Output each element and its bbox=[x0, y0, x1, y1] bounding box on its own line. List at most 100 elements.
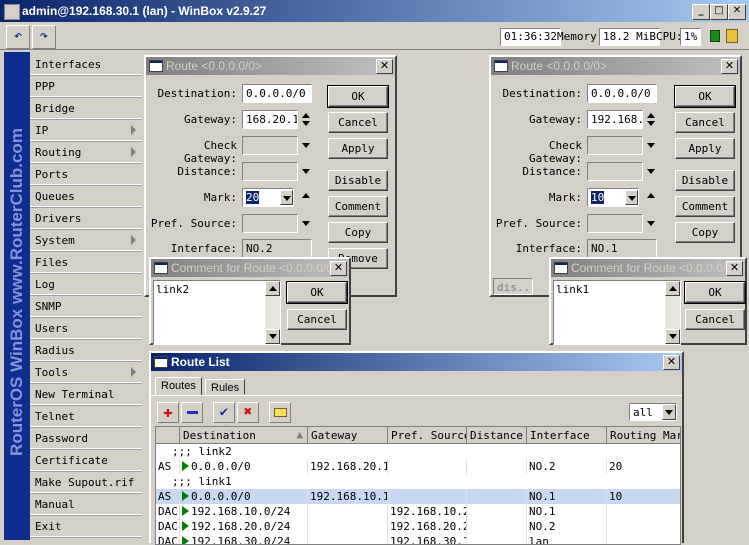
gateway-up-icon[interactable] bbox=[302, 113, 310, 118]
menu-item-password[interactable]: Password bbox=[30, 428, 142, 449]
comment-icon[interactable] bbox=[269, 402, 291, 423]
distance-column-header[interactable]: Distance bbox=[467, 427, 527, 444]
check-gateway-field[interactable] bbox=[587, 136, 643, 155]
close-icon[interactable]: ✕ bbox=[663, 355, 680, 370]
enable-icon[interactable]: ✔ bbox=[213, 402, 235, 423]
remove-icon[interactable] bbox=[181, 402, 203, 423]
cancel-button[interactable]: Cancel bbox=[675, 112, 735, 133]
mark-dropdown-button[interactable] bbox=[280, 190, 293, 205]
pref-source-field[interactable] bbox=[587, 214, 643, 233]
distance-field[interactable] bbox=[242, 162, 298, 181]
table-row[interactable]: DAC 192.168.10.0/24 192.168.10.2 NO.1 bbox=[156, 504, 680, 519]
destination-field[interactable]: 0.0.0.0/0 bbox=[242, 84, 312, 103]
close-icon[interactable]: ✕ bbox=[376, 59, 393, 74]
pref-source-dropdown-icon[interactable] bbox=[302, 221, 310, 226]
gateway-field[interactable]: 192.168. bbox=[587, 110, 643, 129]
cancel-button[interactable]: Cancel bbox=[685, 309, 745, 330]
close-icon[interactable]: ✕ bbox=[721, 59, 738, 74]
menu-item-bridge[interactable]: Bridge bbox=[30, 98, 142, 119]
pref-source-column-header[interactable]: Pref. Source bbox=[388, 427, 467, 444]
copy-button[interactable]: Copy bbox=[675, 222, 735, 243]
menu-item-snmp[interactable]: SNMP bbox=[30, 296, 142, 317]
gateway-field[interactable]: 168.20.1 bbox=[242, 110, 298, 129]
distance-dropdown-icon[interactable] bbox=[647, 169, 655, 174]
table-comment-row[interactable]: ;;; link2 bbox=[156, 444, 680, 459]
comment-textarea[interactable]: link1 bbox=[553, 280, 681, 345]
destination-field[interactable]: 0.0.0.0/0 bbox=[587, 84, 657, 103]
gateway-down-icon[interactable] bbox=[302, 121, 310, 126]
cancel-button[interactable]: Cancel bbox=[328, 112, 388, 133]
comment-button[interactable]: Comment bbox=[328, 196, 388, 217]
filter-select[interactable]: all bbox=[629, 403, 677, 421]
ok-button[interactable]: OK bbox=[327, 85, 389, 108]
scrollbar[interactable] bbox=[665, 281, 680, 344]
disable-button[interactable]: Disable bbox=[675, 170, 735, 191]
disable-button[interactable]: Disable bbox=[328, 170, 388, 191]
pref-source-dropdown-icon[interactable] bbox=[647, 221, 655, 226]
destination-column-header[interactable]: Destination ▲ bbox=[180, 427, 308, 444]
menu-item-make-supout-rif[interactable]: Make Supout.rif bbox=[30, 472, 142, 493]
apply-button[interactable]: Apply bbox=[328, 138, 388, 159]
ok-button[interactable]: OK bbox=[286, 281, 348, 304]
menu-item-log[interactable]: Log bbox=[30, 274, 142, 295]
menu-item-queues[interactable]: Queues bbox=[30, 186, 142, 207]
tab-rules[interactable]: Rules bbox=[205, 379, 246, 395]
comment-textarea[interactable]: link2 bbox=[153, 280, 281, 345]
check-gateway-field[interactable] bbox=[242, 136, 298, 155]
mark-up-icon[interactable] bbox=[647, 193, 655, 198]
routing-mark-column-header[interactable]: Routing Mark bbox=[607, 427, 680, 444]
table-row[interactable]: DAC 192.168.20.0/24 192.168.20.2 NO.2 bbox=[156, 519, 680, 534]
close-icon[interactable]: ✕ bbox=[726, 261, 743, 276]
distance-dropdown-icon[interactable] bbox=[302, 169, 310, 174]
gateway-down-icon[interactable] bbox=[647, 121, 655, 126]
disable-icon[interactable]: ✖ bbox=[237, 402, 259, 423]
flags-column-header[interactable] bbox=[156, 427, 180, 444]
menu-item-manual[interactable]: Manual bbox=[30, 494, 142, 515]
check-gateway-dropdown-icon[interactable] bbox=[647, 143, 655, 148]
ok-button[interactable]: OK bbox=[674, 85, 736, 108]
gateway-column-header[interactable]: Gateway bbox=[308, 427, 388, 444]
apply-button[interactable]: Apply bbox=[675, 138, 735, 159]
menu-item-radius[interactable]: Radius bbox=[30, 340, 142, 361]
menu-item-system[interactable]: System bbox=[30, 230, 142, 251]
menu-item-exit[interactable]: Exit bbox=[30, 516, 142, 537]
menu-item-routing[interactable]: Routing bbox=[30, 142, 142, 163]
menu-item-drivers[interactable]: Drivers bbox=[30, 208, 142, 229]
menu-item-ip[interactable]: IP bbox=[30, 120, 142, 141]
menu-item-interfaces[interactable]: Interfaces bbox=[30, 54, 142, 75]
menu-item-ports[interactable]: Ports bbox=[30, 164, 142, 185]
tab-routes[interactable]: Routes bbox=[155, 377, 202, 395]
mark-up-icon[interactable] bbox=[302, 193, 310, 198]
close-icon[interactable]: ✕ bbox=[330, 261, 347, 276]
minimize-button[interactable]: _ bbox=[692, 4, 710, 20]
table-comment-row[interactable]: ;;; link1 bbox=[156, 474, 680, 489]
menu-item-tools[interactable]: Tools bbox=[30, 362, 142, 383]
ok-button[interactable]: OK bbox=[684, 281, 746, 304]
table-row[interactable]: AS 0.0.0.0/0 192.168.20.1 NO.2 20 bbox=[156, 459, 680, 474]
add-icon[interactable]: ✚ bbox=[157, 402, 179, 423]
redo-icon[interactable]: ↷ bbox=[32, 25, 56, 49]
menu-item-files[interactable]: Files bbox=[30, 252, 142, 273]
undo-icon[interactable]: ↶ bbox=[6, 25, 30, 49]
gateway-up-icon[interactable] bbox=[647, 113, 655, 118]
mark-dropdown-button[interactable] bbox=[625, 190, 638, 205]
menu-item-ppp[interactable]: PPP bbox=[30, 76, 142, 97]
menu-item-certificate[interactable]: Certificate bbox=[30, 450, 142, 471]
copy-button[interactable]: Copy bbox=[328, 222, 388, 243]
table-row[interactable]: DAC 192.168.30.0/24 192.168.30.1 lan bbox=[156, 534, 680, 544]
close-button[interactable]: ✕ bbox=[728, 4, 746, 20]
menu-item-new-terminal[interactable]: New Terminal bbox=[30, 384, 142, 405]
cancel-button[interactable]: Cancel bbox=[287, 309, 347, 330]
window-icon bbox=[554, 262, 568, 274]
distance-field[interactable] bbox=[587, 162, 643, 181]
table-row[interactable]: AS 0.0.0.0/0 192.168.10.1 NO.1 10 bbox=[156, 489, 680, 504]
interface-column-header[interactable]: Interface bbox=[527, 427, 607, 444]
pref-source-field[interactable] bbox=[242, 214, 298, 233]
maximize-button[interactable]: □ bbox=[710, 4, 728, 20]
comment-button[interactable]: Comment bbox=[675, 196, 735, 217]
scrollbar[interactable] bbox=[265, 281, 280, 344]
check-gateway-dropdown-icon[interactable] bbox=[302, 143, 310, 148]
menu-item-telnet[interactable]: Telnet bbox=[30, 406, 142, 427]
menu-item-users[interactable]: Users bbox=[30, 318, 142, 339]
filter-dropdown-icon[interactable] bbox=[662, 404, 676, 420]
